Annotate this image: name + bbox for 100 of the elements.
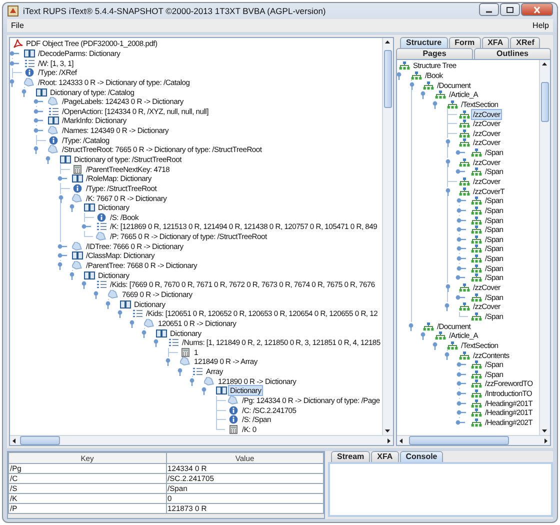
hierarchy-icon xyxy=(459,177,470,186)
horizontal-scrollbar[interactable] xyxy=(397,435,550,445)
left-arrow-icon[interactable] xyxy=(397,436,405,444)
book-icon xyxy=(60,155,71,164)
hierarchy-icon xyxy=(471,216,482,225)
hierarchy-icon xyxy=(471,389,482,398)
hierarchy-icon xyxy=(471,273,482,282)
tab[interactable]: XRef xyxy=(510,37,540,48)
tag-icon xyxy=(48,126,59,136)
list-icon xyxy=(48,106,59,116)
left-arrow-icon[interactable] xyxy=(10,436,18,444)
scrollbar-thumb[interactable] xyxy=(20,436,60,445)
vertical-scrollbar[interactable] xyxy=(539,60,550,435)
tab[interactable]: Form xyxy=(448,37,481,48)
scrollbar-thumb[interactable] xyxy=(384,50,392,108)
hierarchy-icon xyxy=(471,418,482,428)
info-icon xyxy=(24,68,35,78)
scrollbar-thumb[interactable] xyxy=(541,82,549,122)
hierarchy-icon xyxy=(471,225,482,234)
hierarchy-icon xyxy=(471,196,482,206)
close-icon xyxy=(532,6,542,14)
tab[interactable]: Outlines xyxy=(474,48,551,59)
hierarchy-icon xyxy=(435,331,446,340)
book-icon xyxy=(156,328,167,338)
menu-item[interactable]: File xyxy=(11,21,24,30)
tag-icon xyxy=(204,376,215,386)
tag-icon xyxy=(108,290,119,299)
minimize-button[interactable] xyxy=(479,3,499,16)
tab[interactable]: XFA xyxy=(482,37,510,48)
collapsed-toggle-icon[interactable] xyxy=(455,148,465,158)
info-icon xyxy=(96,212,107,222)
up-arrow-icon[interactable] xyxy=(383,38,392,46)
book-icon xyxy=(24,48,35,58)
book-icon xyxy=(48,116,59,126)
book-icon xyxy=(120,300,131,309)
down-arrow-icon[interactable] xyxy=(383,427,392,435)
hierarchy-icon xyxy=(471,264,482,273)
maximize-icon xyxy=(505,6,515,14)
book-icon xyxy=(72,174,83,184)
hierarchy-icon xyxy=(471,408,482,418)
hierarchy-icon xyxy=(471,167,482,176)
tag-icon xyxy=(72,194,83,203)
hierarchy-icon xyxy=(459,302,470,312)
tag-icon xyxy=(180,357,191,366)
tag-icon xyxy=(96,232,107,242)
tag-icon xyxy=(48,145,59,154)
hierarchy-icon xyxy=(423,322,434,331)
hierarchy-icon xyxy=(471,379,482,388)
hierarchy-icon xyxy=(471,254,482,264)
book-icon xyxy=(36,88,47,97)
list-icon xyxy=(192,367,203,376)
hierarchy-icon xyxy=(459,110,470,119)
tag-icon xyxy=(72,242,83,251)
horizontal-scrollbar[interactable] xyxy=(10,435,393,445)
calculator-icon xyxy=(180,348,191,357)
maximize-button[interactable] xyxy=(500,3,520,16)
right-arrow-icon[interactable] xyxy=(385,436,393,444)
menu-item[interactable]: Help xyxy=(532,21,549,30)
info-icon xyxy=(228,406,239,415)
hierarchy-icon xyxy=(459,119,470,128)
up-arrow-icon[interactable] xyxy=(540,60,549,68)
book-icon xyxy=(216,386,227,396)
tag-icon xyxy=(48,97,59,106)
tag-icon xyxy=(72,261,83,270)
hierarchy-icon xyxy=(459,138,470,148)
hierarchy-icon xyxy=(459,128,470,138)
window-title: iText RUPS iText® 5.4.4-SNAPSHOT ©2000-2013 1T3XT BVBA (AGPL-version) xyxy=(23,6,327,16)
app-icon xyxy=(7,5,19,17)
info-icon xyxy=(228,415,239,424)
tab[interactable]: Console xyxy=(400,451,444,462)
hierarchy-icon xyxy=(447,100,458,109)
collapsed-toggle-icon[interactable] xyxy=(455,292,465,302)
hierarchy-icon xyxy=(471,398,482,408)
hierarchy-icon xyxy=(471,370,482,379)
hierarchy-icon xyxy=(471,292,482,302)
close-button[interactable] xyxy=(521,3,553,16)
hierarchy-icon xyxy=(459,186,470,196)
collapsed-toggle-icon[interactable] xyxy=(455,167,465,176)
calculator-icon xyxy=(228,424,239,434)
hierarchy-icon xyxy=(459,350,470,360)
hierarchy-icon xyxy=(471,244,482,254)
list-icon xyxy=(96,222,107,232)
hierarchy-icon xyxy=(471,360,482,370)
right-arrow-icon[interactable] xyxy=(542,436,550,444)
tab[interactable]: XFA xyxy=(371,451,399,462)
collapsed-toggle-icon[interactable] xyxy=(455,273,465,282)
tab[interactable]: Stream xyxy=(331,451,370,462)
hierarchy-icon xyxy=(471,206,482,215)
scrollbar-thumb[interactable] xyxy=(409,436,509,445)
book-icon xyxy=(84,270,95,280)
tag-icon xyxy=(144,318,155,328)
down-arrow-icon[interactable] xyxy=(540,427,549,435)
tab[interactable]: Structure xyxy=(400,37,448,48)
vertical-scrollbar[interactable] xyxy=(382,38,393,435)
hierarchy-icon xyxy=(459,158,470,167)
list-icon xyxy=(168,338,179,348)
list-icon xyxy=(132,309,143,318)
tab[interactable]: Pages xyxy=(396,48,473,59)
hierarchy-icon xyxy=(411,70,422,80)
list-icon xyxy=(24,58,35,68)
